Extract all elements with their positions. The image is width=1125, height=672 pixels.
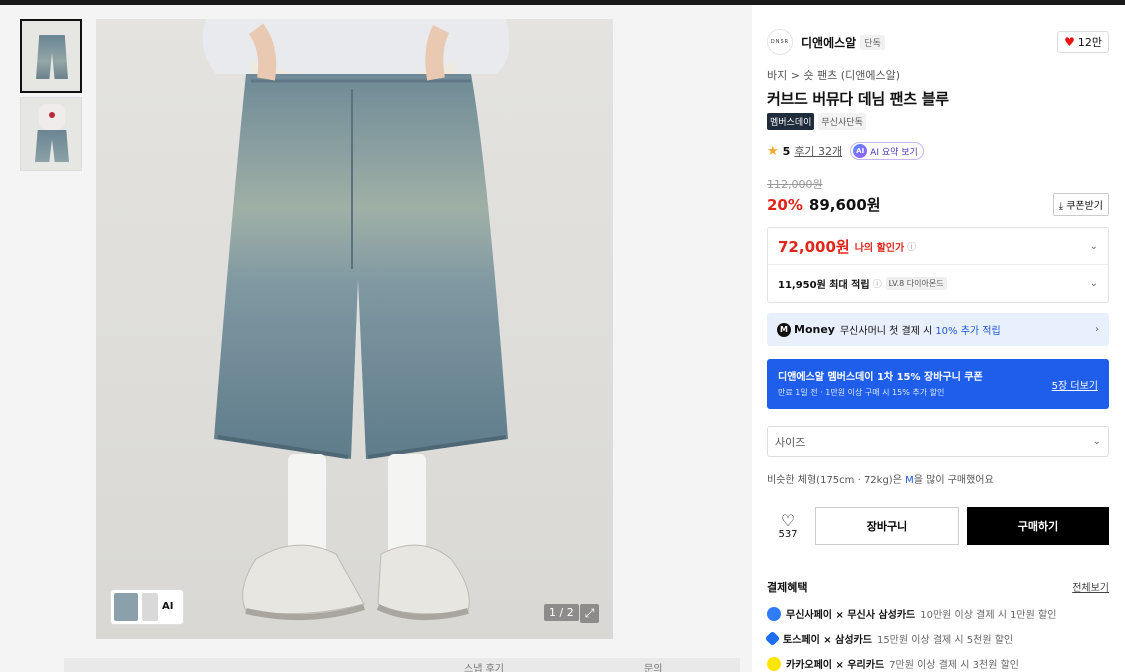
expand-icon[interactable]: ⤢: [580, 604, 599, 623]
thumbnail-1[interactable]: [20, 19, 82, 93]
tosspay-icon: [764, 630, 781, 647]
heart-outline-icon: ♡: [780, 510, 796, 530]
price-row: 20% 89,600원 ⤓ 쿠폰받기: [767, 193, 1109, 216]
wishlist-button[interactable]: ♡ 537: [767, 510, 809, 540]
payment-item: 토스페이 × 삼성카드 15만원 이상 결제 시 5천원 할인: [764, 630, 1109, 647]
exclusive-badge: 무신사단독: [818, 113, 866, 130]
info-icon-2[interactable]: ⓘ: [873, 277, 882, 290]
payment-heading: 결제혜택: [767, 581, 808, 594]
chevron-right-icon: ›: [1095, 324, 1099, 335]
buy-button[interactable]: 구매하기: [967, 507, 1109, 545]
coupon-banner-sub: 만료 1일 전 · 1만원 이상 구매 시 15% 추가 할인: [778, 388, 945, 397]
thumbnail-list: [20, 19, 82, 175]
size-hint-size: M: [905, 475, 914, 486]
star-icon: ★: [767, 143, 779, 159]
tab-snap-review[interactable]: 스냅 후기: [464, 660, 504, 672]
musinsa-money-bar[interactable]: M Money 무신사머니 첫 결제 시 10% 추가 적립 ›: [767, 313, 1109, 346]
like-button[interactable]: ♥ 12만: [1057, 31, 1109, 53]
ai-chip-label: AI: [162, 601, 174, 612]
payment-desc: 7만원 이상 결제 시 3천원 할인: [889, 660, 1019, 671]
action-row: ♡ 537 장바구니 구매하기: [767, 507, 1109, 545]
review-link[interactable]: 후기 32개: [794, 143, 842, 159]
payment-name: 토스페이 × 삼성카드: [783, 635, 872, 646]
payment-name: 카카오페이 × 우리카드: [786, 660, 885, 671]
payment-benefits-header: 결제혜택 전체보기: [767, 579, 1109, 595]
level-tag: LV.8 다이아몬드: [885, 277, 947, 290]
rating-row: ★ 5 후기 32개 AI AI 요약 보기: [767, 142, 924, 160]
my-price: 72,000원: [778, 237, 850, 256]
product-title: 커브드 버뮤다 데님 팬츠 블루: [767, 90, 949, 108]
coupon-banner-title: 디앤에스알 멤버스데이 1차 15% 장바구니 쿠폰: [778, 372, 983, 383]
coupon-banner[interactable]: 디앤에스알 멤버스데이 1차 15% 장바구니 쿠폰 만료 1일 전 · 1만원…: [767, 359, 1109, 409]
chevron-down-icon[interactable]: ⌄: [1090, 241, 1098, 252]
size-hint: 비슷한 체형(175cm · 72kg)은 M을 많이 구매했어요: [767, 471, 994, 486]
info-icon[interactable]: ⓘ: [907, 240, 916, 253]
payment-desc: 15만원 이상 결제 시 5천원 할인: [876, 635, 1014, 646]
original-price: 112,000원: [767, 178, 823, 191]
benefit-box: 72,000원 나의 할인가 ⓘ ⌄ 11,950원 최대 적립 ⓘ LV.8 …: [767, 227, 1109, 303]
brand-exclusive-tag: 단독: [860, 34, 885, 50]
like-count: 12만: [1077, 36, 1102, 49]
size-placeholder: 사이즈: [775, 435, 806, 449]
coupon-more-link[interactable]: 5장 더보기: [1052, 377, 1098, 392]
product-info-panel: DNSR 디앤에스알 단독 ♥ 12만 바지 > 숏 팬츠 (디앤에스알) 커브…: [764, 28, 1109, 671]
membersday-badge: 멤버스데이: [767, 113, 815, 130]
tab-inquiry[interactable]: 문의: [644, 660, 662, 672]
detail-tabs-strip: 스냅 후기 문의: [64, 658, 740, 672]
cart-button[interactable]: 장바구니: [815, 507, 959, 545]
brand-row: DNSR 디앤에스알 단독 ♥ 12만: [767, 28, 1109, 56]
money-text: 무신사머니 첫 결제 시: [839, 326, 933, 337]
money-highlight: 10% 추가 적립: [935, 326, 1001, 337]
product-main-image[interactable]: [96, 19, 613, 639]
money-word: Money: [794, 323, 835, 336]
brand-name[interactable]: 디앤에스알: [801, 34, 856, 51]
ai-summary-button[interactable]: AI AI 요약 보기: [850, 142, 924, 160]
thumbnail-2[interactable]: [20, 97, 82, 171]
rating-value: 5: [782, 144, 791, 158]
money-logo-icon: M: [777, 322, 791, 337]
wish-count: 537: [778, 528, 798, 540]
size-hint-after: 을 많이 구매했어요: [913, 475, 994, 486]
breadcrumb[interactable]: 바지 > 숏 팬츠 (디앤에스알): [767, 67, 900, 83]
coupon-button[interactable]: ⤓ 쿠폰받기: [1052, 193, 1109, 216]
image-counter: 1 / 2: [544, 604, 579, 621]
view-all-link[interactable]: 전체보기: [1072, 579, 1109, 594]
ai-styling-chip[interactable]: AI: [110, 589, 184, 625]
kakaopay-icon: [767, 656, 781, 671]
heart-icon: ♥: [1064, 35, 1075, 49]
ai-thumb-icon: [114, 593, 138, 621]
sale-price: 89,600원: [808, 196, 881, 214]
musinsapay-icon: [767, 606, 781, 621]
points-row[interactable]: 11,950원 최대 적립 ⓘ LV.8 다이아몬드 ⌄: [768, 265, 1108, 302]
coupon-button-label: 쿠폰받기: [1066, 201, 1103, 212]
payment-item: 무신사페이 × 무신사 삼성카드 10만원 이상 결제 시 1만원 할인: [767, 606, 1109, 621]
ai-thumb-icon-2: [142, 593, 158, 621]
my-price-row[interactable]: 72,000원 나의 할인가 ⓘ ⌄: [768, 228, 1108, 265]
size-hint-before: 비슷한 체형(175cm · 72kg)은: [767, 475, 902, 486]
my-price-label: 나의 할인가: [854, 242, 905, 254]
chevron-down-icon-3: ⌄: [1092, 436, 1101, 447]
payment-name: 무신사페이 × 무신사 삼성카드: [786, 610, 916, 621]
points-text: 11,950원 최대 적립: [778, 280, 870, 291]
payment-desc: 10만원 이상 결제 시 1만원 할인: [920, 610, 1057, 621]
brand-logo[interactable]: DNSR: [767, 29, 793, 55]
ai-logo-icon: AI: [853, 144, 868, 158]
badge-row: 멤버스데이 무신사단독: [767, 113, 866, 130]
chevron-down-icon-2[interactable]: ⌄: [1090, 278, 1098, 289]
discount-rate: 20%: [767, 195, 803, 214]
payment-item: 카카오페이 × 우리카드 7만원 이상 결제 시 3천원 할인: [767, 656, 1109, 671]
size-select[interactable]: 사이즈 ⌄: [767, 426, 1109, 457]
ai-summary-label: AI 요약 보기: [870, 147, 918, 158]
